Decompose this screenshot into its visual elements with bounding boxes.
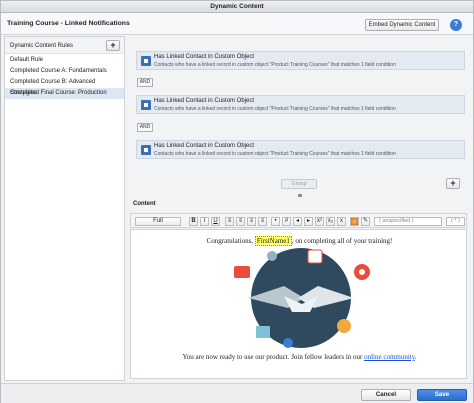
firstname-merge-field[interactable]: FirstName1 <box>254 236 292 246</box>
group-button[interactable]: Group <box>281 179 317 189</box>
rule-item-default[interactable]: Default Rule <box>5 55 124 66</box>
rules-list: Default Rule Completed Course A: Fundame… <box>5 55 124 99</box>
condition-title: Has Linked Contact in Custom Object <box>154 54 255 60</box>
align-center-icon[interactable]: ≡ <box>236 217 245 226</box>
condition-card[interactable]: Has Linked Contact in Custom Object Cont… <box>136 95 465 114</box>
align-left-icon[interactable]: ≡ <box>225 217 234 226</box>
page-title: Training Course - Linked Notifications <box>7 20 130 27</box>
condition-icon <box>141 145 151 155</box>
align-right-icon[interactable]: ≡ <box>247 217 256 226</box>
size-select[interactable]: ( * ) <box>446 217 465 226</box>
user-icon <box>283 338 293 348</box>
rules-panel: Dynamic Content Rules + Default Rule Com… <box>4 36 125 381</box>
bold-button[interactable]: B <box>189 217 198 226</box>
rule-editor: Has Linked Contact in Custom Object Cont… <box>130 36 473 381</box>
subscript-button[interactable]: x₂ <box>326 217 335 226</box>
justify-icon[interactable]: ≡ <box>258 217 267 226</box>
window-title: Dynamic Content <box>1 1 473 13</box>
save-button[interactable]: Save <box>417 389 467 401</box>
calendar-icon <box>307 249 323 264</box>
greeting-before: Congratulations, <box>206 237 254 245</box>
closing-line: You are now ready to use our product. Jo… <box>131 353 468 361</box>
chat-bubble-icon <box>234 266 250 278</box>
condition-card[interactable]: Has Linked Contact in Custom Object Cont… <box>136 51 465 70</box>
condition-description: Contacts who have a linked record in cus… <box>154 151 396 157</box>
online-community-link[interactable]: online community <box>364 353 415 361</box>
indent-icon[interactable]: ▸ <box>304 217 313 226</box>
greeting-after: , on completing all of your training! <box>291 237 393 245</box>
condition-description: Contacts who have a linked record in cus… <box>154 62 396 68</box>
and-operator[interactable]: AND <box>137 123 153 132</box>
handshake-illustration <box>234 248 370 348</box>
condition-title: Has Linked Contact in Custom Object <box>154 98 255 104</box>
help-icon[interactable]: ? <box>450 19 462 31</box>
rule-item-final-course[interactable]: Completed Final Course: Production <box>5 88 124 99</box>
color-palette-icon[interactable] <box>350 217 359 226</box>
clear-format-button[interactable]: x <box>337 217 346 226</box>
content-editor[interactable]: Congratulations, FirstName1, on completi… <box>130 229 467 379</box>
dynamic-content-window: Dynamic Content Training Course - Linked… <box>0 0 474 403</box>
bullet-list-icon[interactable]: • <box>271 217 280 226</box>
underline-button[interactable]: U <box>211 217 220 226</box>
embed-dynamic-content-button[interactable]: Embed Dynamic Content <box>365 19 439 31</box>
numbered-list-icon[interactable]: # <box>282 217 291 226</box>
greeting-line: Congratulations, FirstName1, on completi… <box>131 236 468 246</box>
condition-icon <box>141 56 151 66</box>
resize-handle[interactable] <box>298 194 302 197</box>
rules-title: Dynamic Content Rules <box>10 43 74 49</box>
rule-item-course-b[interactable]: Completed Course B: Advanced Strategies <box>5 77 124 96</box>
add-condition-button[interactable]: + <box>446 178 460 189</box>
header: Training Course - Linked Notifications E… <box>1 13 473 35</box>
editor-toolbar: Full B I U ≡ ≡ ≡ ≡ • # ◂ ▸ x² x₂ x ✎ ( u… <box>130 213 467 228</box>
condition-title: Has Linked Contact in Custom Object <box>154 143 255 149</box>
outdent-icon[interactable]: ◂ <box>293 217 302 226</box>
superscript-button[interactable]: x² <box>315 217 324 226</box>
rules-header: Dynamic Content Rules + <box>5 37 124 54</box>
cloud-icon <box>267 251 277 261</box>
condition-icon <box>141 100 151 110</box>
and-operator[interactable]: AND <box>137 78 153 87</box>
chart-icon <box>256 326 270 338</box>
closing-after: . <box>414 353 417 361</box>
target-icon <box>337 319 351 333</box>
content-heading: Content <box>133 201 156 207</box>
closing-before: You are now ready to use our product. Jo… <box>182 353 363 361</box>
font-select[interactable]: ( unspecified ) <box>374 217 442 226</box>
rule-item-course-a[interactable]: Completed Course A: Fundamentals <box>5 66 124 77</box>
highlight-icon[interactable]: ✎ <box>361 217 370 226</box>
condition-description: Contacts who have a linked record in cus… <box>154 106 396 112</box>
footer: Cancel Save <box>1 383 473 403</box>
cancel-button[interactable]: Cancel <box>361 389 411 401</box>
add-rule-button[interactable]: + <box>106 40 120 51</box>
condition-card[interactable]: Has Linked Contact in Custom Object Cont… <box>136 140 465 159</box>
italic-button[interactable]: I <box>200 217 209 226</box>
full-toggle-button[interactable]: Full <box>135 217 181 226</box>
